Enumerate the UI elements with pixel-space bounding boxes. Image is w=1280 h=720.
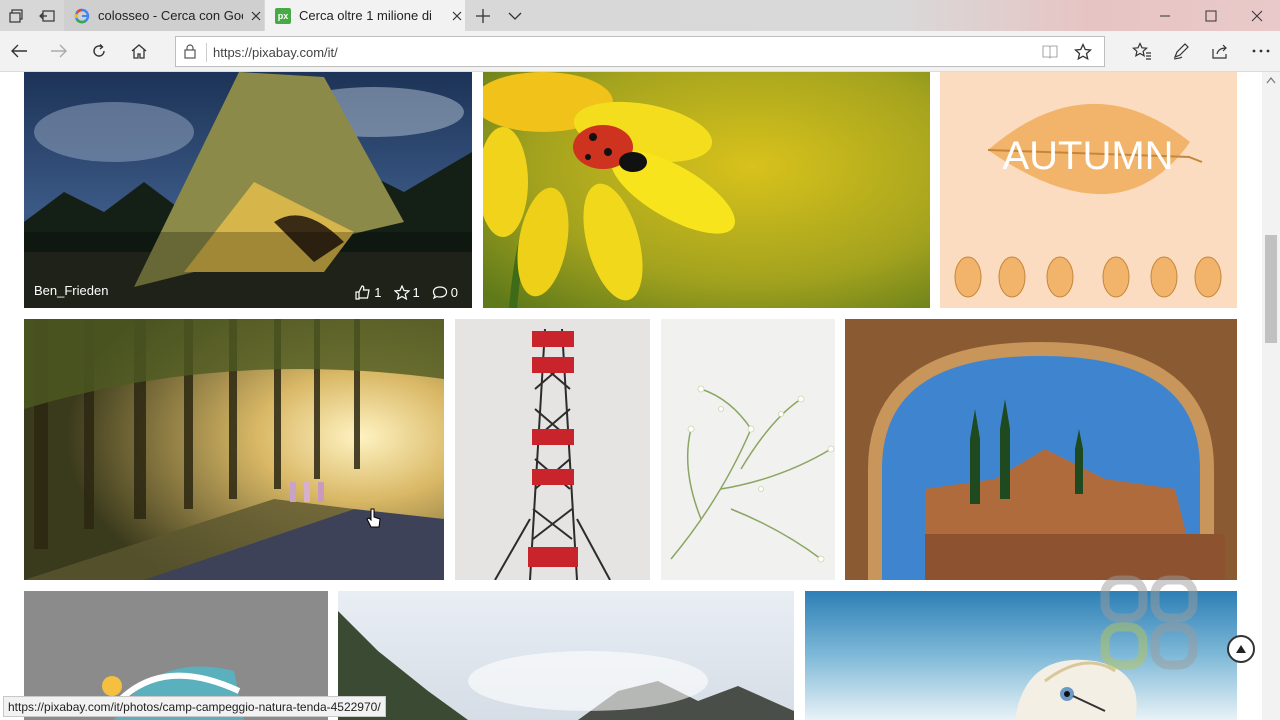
scroll-up-icon [1266, 77, 1276, 84]
favorites-hub-icon[interactable] [1130, 39, 1154, 63]
scrollbar-thumb[interactable] [1265, 235, 1277, 343]
photo-tent-camping[interactable]: Ben_Frieden 1 1 0 [24, 72, 472, 308]
tab-title: Cerca oltre 1 milione di [299, 8, 432, 23]
photo-autumn-illustration[interactable]: AUTUMN [940, 72, 1237, 308]
new-tab-icon[interactable] [473, 6, 493, 26]
favorite-star-icon[interactable] [1073, 42, 1093, 66]
scroll-to-top-button[interactable] [1227, 635, 1255, 663]
tab-strip: colosseo - Cerca con Googl px Cerca oltr… [0, 0, 1280, 31]
lock-icon[interactable] [184, 44, 196, 64]
page-scrollbar[interactable] [1262, 72, 1280, 720]
close-window-icon[interactable] [1234, 0, 1280, 31]
like-button[interactable]: 1 [355, 285, 382, 300]
comment-icon [432, 286, 447, 300]
comment-button[interactable]: 0 [432, 285, 458, 300]
autumn-text: AUTUMN [1002, 134, 1173, 178]
more-icon[interactable] [1249, 39, 1273, 63]
tab-title: colosseo - Cerca con Googl [98, 8, 243, 23]
address-bar[interactable]: https://pixabay.com/it/ [175, 36, 1105, 67]
close-tab-icon[interactable] [450, 8, 465, 24]
share-icon[interactable] [1208, 39, 1232, 63]
divider [206, 43, 207, 62]
close-tab-icon[interactable] [249, 8, 264, 24]
maximize-icon[interactable] [1188, 0, 1234, 31]
chevron-down-icon[interactable] [505, 6, 525, 26]
home-icon[interactable] [127, 39, 151, 63]
url-text[interactable]: https://pixabay.com/it/ [213, 45, 338, 60]
photo-forest-sunbeams[interactable] [24, 319, 444, 580]
mouse-pointer-icon [366, 508, 382, 533]
favorite-button[interactable]: 1 [393, 285, 420, 300]
pixabay-gallery: Ben_Frieden 1 1 0 AUTUMN [0, 72, 1280, 720]
like-count: 1 [374, 285, 382, 300]
photo-ferris-wheel[interactable] [455, 319, 650, 580]
tab-google-search[interactable]: colosseo - Cerca con Googl [64, 0, 264, 31]
photo-stats: 1 1 0 [355, 285, 458, 300]
photo-babys-breath-flowers[interactable] [661, 319, 835, 580]
photo-mountains-fog[interactable] [338, 591, 794, 720]
photo-alhambra-arch[interactable] [845, 319, 1237, 580]
star-icon [393, 285, 410, 300]
status-bar-url: https://pixabay.com/it/photos/camp-campe… [3, 696, 386, 717]
thumbs-up-icon [355, 285, 371, 300]
reading-view-icon[interactable] [1042, 44, 1058, 64]
favorite-count: 1 [412, 285, 420, 300]
pixabay-icon: px [275, 7, 291, 24]
forward-arrow-icon[interactable] [47, 39, 71, 63]
google-icon [74, 8, 90, 24]
set-aside-tabs-icon[interactable] [37, 6, 57, 26]
photo-author[interactable]: Ben_Frieden [34, 283, 108, 298]
photo-ladybug-flower[interactable] [483, 72, 930, 308]
watermark-logo [1100, 575, 1198, 670]
triangle-up-icon [1236, 645, 1246, 653]
back-arrow-icon[interactable] [7, 39, 31, 63]
comment-count: 0 [450, 285, 458, 300]
pen-icon[interactable] [1169, 39, 1193, 63]
tab-pixabay[interactable]: px Cerca oltre 1 milione di [265, 0, 465, 31]
navigation-bar: https://pixabay.com/it/ [0, 31, 1280, 72]
refresh-icon[interactable] [87, 39, 111, 63]
minimize-icon[interactable] [1142, 0, 1188, 31]
tab-manager-icon[interactable] [6, 6, 26, 26]
